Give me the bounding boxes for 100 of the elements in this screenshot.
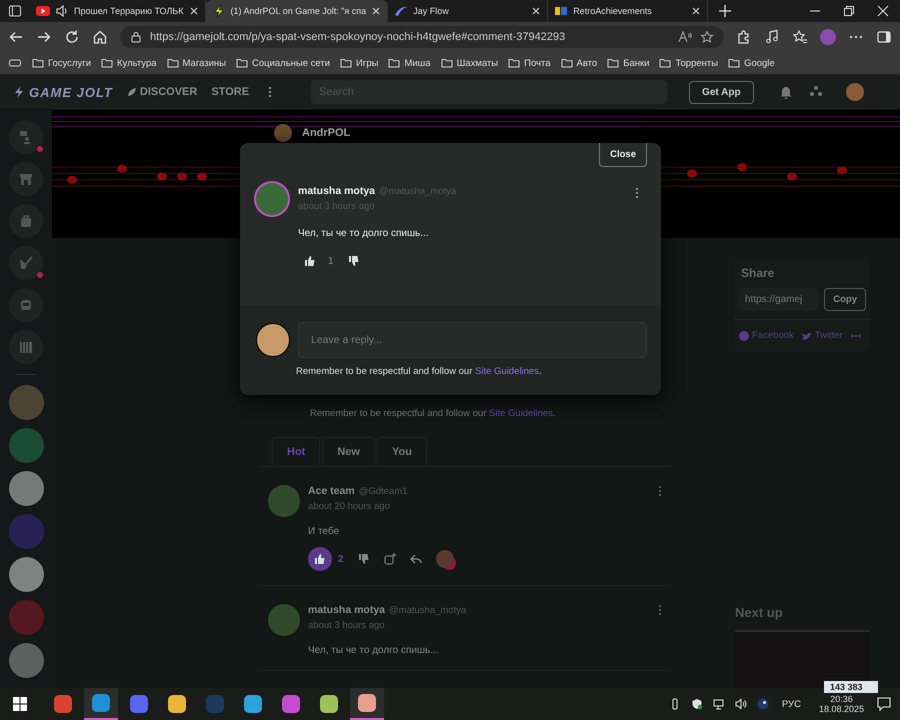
community-avatar[interactable] [8,471,44,506]
thumbs-down-icon[interactable] [348,255,360,267]
like-count: 2 [338,554,344,564]
taskbar-app[interactable] [350,688,384,720]
shield-icon[interactable] [690,698,703,710]
sidebar-icon[interactable] [876,29,892,45]
sidebar-button[interactable] [9,120,43,154]
folder-icon [659,57,672,69]
comment-text: Чел, ты че то долго спишь... [298,228,430,239]
close-icon[interactable] [876,4,890,18]
lock-icon [130,31,142,43]
bookmark-item[interactable]: Google [728,57,775,69]
volume-icon[interactable] [734,698,747,710]
facebook-icon [739,330,749,340]
reply-icon[interactable] [410,553,422,565]
star-icon[interactable] [700,30,714,44]
sidebar-button[interactable] [9,288,43,322]
tab-title: RetroAchievements [573,6,653,16]
comment-text: Чел, ты че то долго спишь... [308,645,440,656]
site-guidelines-link[interactable]: Site Guidelines [475,366,539,377]
share-url-field[interactable]: https://gamej [739,288,818,311]
thumbs-down-icon[interactable] [358,553,370,565]
sidebar-button[interactable] [9,246,43,280]
bookmark-item[interactable]: Миша [388,57,431,69]
close-icon[interactable] [188,6,199,16]
clock[interactable]: 20:36 18.08.2025 [818,694,864,714]
folder-icon [32,57,44,69]
reply-field[interactable]: Leave a reply... [298,322,647,358]
bookmark-item[interactable]: Культура [101,57,157,69]
tab-title: Jay Flow [413,6,450,16]
bookmark-item[interactable]: Торренты [659,57,718,69]
speaker-icon[interactable] [55,4,69,18]
tab-title: (1) AndrPOL on Game Jolt: "я спа [230,6,366,16]
address-field[interactable]: https://gamejolt.com/p/ya-spat-vsem-spokoynoy-nochi-h4tgwefe#comment-37942293 [120,26,724,48]
taskbar-app[interactable] [84,688,118,720]
windows-start-icon[interactable] [12,696,28,712]
add-sticker-icon[interactable] [384,553,396,565]
get-app-button[interactable]: Get App [689,80,754,104]
sort-tab[interactable]: New [322,437,375,466]
folder-icon [560,57,572,69]
bookmark-item[interactable]: Шахматы [440,57,498,69]
bag-icon [18,213,34,229]
books-icon [18,339,34,355]
bookmark-item[interactable]: Магазины [166,57,226,69]
author-avatar[interactable] [274,124,292,142]
author-name[interactable]: AndrPOL [302,127,350,139]
user-avatar[interactable] [846,83,864,101]
bookmark-item[interactable]: Госуслуги [32,57,92,69]
comment-time: about 20 hours ago [308,501,391,512]
nav-link[interactable]: STORE [211,86,250,98]
reload-icon[interactable] [64,29,80,45]
commenter-name[interactable]: matusha motya [308,604,386,616]
site-logo[interactable]: GAME JOLT [12,84,113,100]
scroll-quill-icon [18,255,34,271]
shop-icon [18,171,34,187]
home-icon[interactable] [92,29,108,45]
close-icon[interactable] [531,6,542,16]
sort-tab[interactable]: You [376,437,427,466]
sidebar-button[interactable] [9,162,43,196]
sidebar-button[interactable] [9,204,43,238]
nav-link[interactable]: DISCOVER [126,86,198,98]
close-icon[interactable] [691,6,702,16]
favorites-icon[interactable] [792,29,808,45]
browser-tab[interactable]: (1) AndrPOL on Game Jolt: "я спа [206,0,388,22]
video-icon [36,4,50,18]
restore-icon[interactable] [842,4,856,18]
folder-icon [101,57,114,69]
like-count: 1 [328,256,334,266]
thumbs-up-icon [314,553,326,565]
bolt-icon [12,85,26,99]
tab-title: Прошел Террарию ТОЛЬК [74,6,184,16]
network-icon[interactable] [712,698,725,710]
tab-actions-icon[interactable] [8,4,22,18]
bookmark-item[interactable]: Почта [508,57,550,69]
comment-time: about 3 hours ago [308,620,386,631]
commenter-name[interactable]: Ace team [308,485,355,497]
community-avatar[interactable] [8,643,44,678]
bookmark-item[interactable]: Авто [560,57,598,69]
like-button[interactable] [308,547,332,571]
bookmark-item[interactable]: Игры [340,57,378,69]
close-icon[interactable] [371,6,382,16]
music-note-icon[interactable] [764,29,780,45]
steam-icon[interactable] [756,698,769,710]
input-language[interactable]: РУС [782,698,801,710]
community-avatar[interactable] [8,557,44,592]
read-aloud-icon[interactable] [678,30,692,44]
close-button[interactable]: Close [599,143,647,167]
notifications-icon[interactable] [876,696,892,712]
copy-button[interactable]: Copy [824,288,866,311]
thumbs-up-icon [304,255,316,267]
commenter-name[interactable]: matusha motya [298,185,376,197]
ra-logo-icon [554,4,568,18]
share-title: Share [740,266,776,280]
sidebar-button[interactable] [9,330,43,364]
folder-icon [166,57,179,69]
new-tab-icon[interactable] [718,4,732,18]
folder-icon [728,57,740,69]
bookmark-item[interactable]: Банки [607,57,650,69]
commenter-avatar[interactable] [254,181,290,217]
bookmark-item[interactable]: Социальные сети [236,57,330,69]
